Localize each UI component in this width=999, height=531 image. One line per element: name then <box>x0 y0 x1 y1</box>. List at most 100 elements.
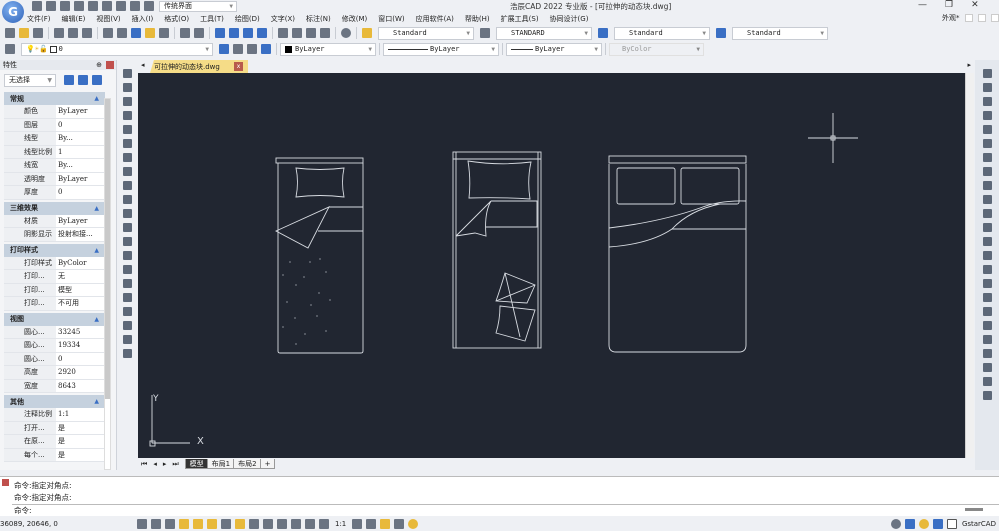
property-row[interactable]: 圆心... 0 <box>4 352 105 366</box>
hardware-accel-icon[interactable] <box>932 518 943 529</box>
menu-view[interactable]: 视图(V) <box>96 14 120 24</box>
pan-icon[interactable] <box>215 28 225 38</box>
stretch-icon[interactable] <box>982 180 992 190</box>
pin-icon[interactable]: ⊕ <box>96 61 102 69</box>
polyline-icon[interactable] <box>123 82 132 92</box>
property-row[interactable]: 宽度 8643 <box>4 379 105 393</box>
join-icon[interactable] <box>982 250 992 260</box>
tab-model[interactable]: 模型 <box>184 459 209 469</box>
property-row[interactable]: 每个... 是 <box>4 448 105 462</box>
cloud-icon[interactable] <box>408 518 419 529</box>
dyn-input-toggle-icon[interactable] <box>235 518 245 529</box>
section-header[interactable]: 视图 ▲ <box>4 312 105 326</box>
print-preview-icon[interactable] <box>68 28 78 38</box>
tab-add-layout[interactable]: + <box>259 459 276 469</box>
bulb-icon[interactable]: 💡 <box>26 45 35 53</box>
annotation-monitor-toggle-icon[interactable] <box>319 518 329 529</box>
property-row[interactable]: 打印样式 ByColor <box>4 256 105 270</box>
dim-style-icon[interactable] <box>480 28 490 38</box>
property-row[interactable]: 高度 2920 <box>4 366 105 380</box>
erase-icon[interactable] <box>982 68 992 78</box>
next-layout-button[interactable]: ▸ <box>163 460 167 468</box>
property-row[interactable]: 透明度 ByLayer <box>4 172 105 186</box>
annotation-scale[interactable]: 1:1 <box>335 520 346 528</box>
lock-ui-icon[interactable] <box>904 518 915 529</box>
settings-gear-icon[interactable] <box>890 518 901 529</box>
table-style-select[interactable]: Standard ▼ <box>614 26 710 40</box>
break-at-point-icon[interactable] <box>982 222 992 232</box>
ortho-toggle-icon[interactable] <box>165 518 175 529</box>
single-bed-1[interactable] <box>274 157 364 354</box>
doc-minimize-button[interactable] <box>964 14 973 22</box>
collapse-icon[interactable]: ▲ <box>94 95 99 102</box>
app-logo[interactable]: G <box>2 1 24 23</box>
collapse-icon[interactable]: ▲ <box>94 205 99 212</box>
workspace-icon[interactable] <box>380 518 391 529</box>
paste-icon[interactable] <box>131 28 141 38</box>
make-current-layer-icon[interactable] <box>219 44 229 54</box>
property-row[interactable]: 厚度 0 <box>4 186 105 200</box>
layers-icon[interactable] <box>130 1 140 11</box>
ellipse-arc-icon[interactable] <box>123 208 132 218</box>
osnap-toggle-icon[interactable] <box>193 518 203 529</box>
property-row[interactable]: 圆心... 33245 <box>4 325 105 339</box>
dim-front-icon[interactable] <box>982 376 992 386</box>
design-center-icon[interactable] <box>292 28 302 38</box>
hatch-icon[interactable] <box>123 264 132 274</box>
property-row[interactable]: 注释比例 1:1 <box>4 408 105 422</box>
array-icon[interactable] <box>982 124 992 134</box>
color-select[interactable]: ByLayer ▼ <box>280 42 376 56</box>
section-header[interactable]: 其他 ▲ <box>4 395 105 408</box>
single-bed-2[interactable] <box>452 151 542 349</box>
menu-edit[interactable]: 编辑(E) <box>62 14 86 24</box>
layer-previous-icon[interactable] <box>233 44 243 54</box>
menu-text[interactable]: 文字(X) <box>271 14 295 24</box>
clean-screen-icon[interactable] <box>946 518 957 529</box>
isolate-objects-icon[interactable] <box>918 518 929 529</box>
line-icon[interactable] <box>123 68 132 78</box>
double-bed[interactable] <box>608 155 747 353</box>
save-icon[interactable] <box>60 1 70 11</box>
fillet-icon[interactable] <box>982 278 992 288</box>
dim-style-select[interactable]: STANDARD ▼ <box>496 26 592 40</box>
revcloud-icon[interactable] <box>123 194 132 204</box>
lineweight-select[interactable]: ByLayer ▼ <box>506 42 602 56</box>
last-layout-button[interactable]: ⏭ <box>172 460 178 469</box>
rotate-icon[interactable] <box>982 152 992 162</box>
print-icon[interactable] <box>88 1 98 11</box>
property-row[interactable]: 图层 0 <box>4 118 105 132</box>
mirror-icon[interactable] <box>982 96 992 106</box>
property-row[interactable]: 线宽 By... <box>4 159 105 173</box>
layer-manager-icon[interactable] <box>5 44 15 54</box>
text-style-icon[interactable] <box>362 28 372 38</box>
close-button[interactable]: ✕ <box>971 0 979 10</box>
break-icon[interactable] <box>982 236 992 246</box>
rectangle-icon[interactable] <box>123 124 132 134</box>
polygon-icon[interactable] <box>123 110 132 120</box>
tab-layout2[interactable]: 布局2 <box>233 459 262 469</box>
new-icon[interactable] <box>32 1 42 11</box>
table-icon[interactable] <box>394 518 405 529</box>
redo-icon[interactable] <box>194 28 204 38</box>
publish-icon[interactable] <box>82 28 92 38</box>
multileader-style-icon[interactable] <box>716 28 726 38</box>
section-header[interactable]: 三维效果 ▲ <box>4 201 105 215</box>
make-block-icon[interactable] <box>123 236 132 246</box>
command-options-button[interactable] <box>965 508 983 511</box>
polar-toggle-icon[interactable] <box>179 518 189 529</box>
tab-layout1[interactable]: 布局1 <box>206 459 236 469</box>
property-row[interactable]: 圆心... 19334 <box>4 339 105 353</box>
open-icon[interactable] <box>19 28 29 38</box>
move-icon[interactable] <box>982 138 992 148</box>
bring-front-icon[interactable] <box>982 334 992 344</box>
undo-icon[interactable] <box>102 1 112 11</box>
menu-format[interactable]: 格式(O) <box>164 14 189 24</box>
scale-icon[interactable] <box>982 166 992 176</box>
block-editor-icon[interactable] <box>159 28 169 38</box>
ellipse-icon[interactable] <box>123 166 132 176</box>
collapse-icon[interactable]: ▲ <box>94 316 99 323</box>
add-selected-icon[interactable] <box>123 348 132 358</box>
hatch-back-icon[interactable] <box>982 390 992 400</box>
annotation-visibility-icon[interactable] <box>352 518 363 529</box>
menu-draw[interactable]: 绘图(D) <box>235 14 260 24</box>
